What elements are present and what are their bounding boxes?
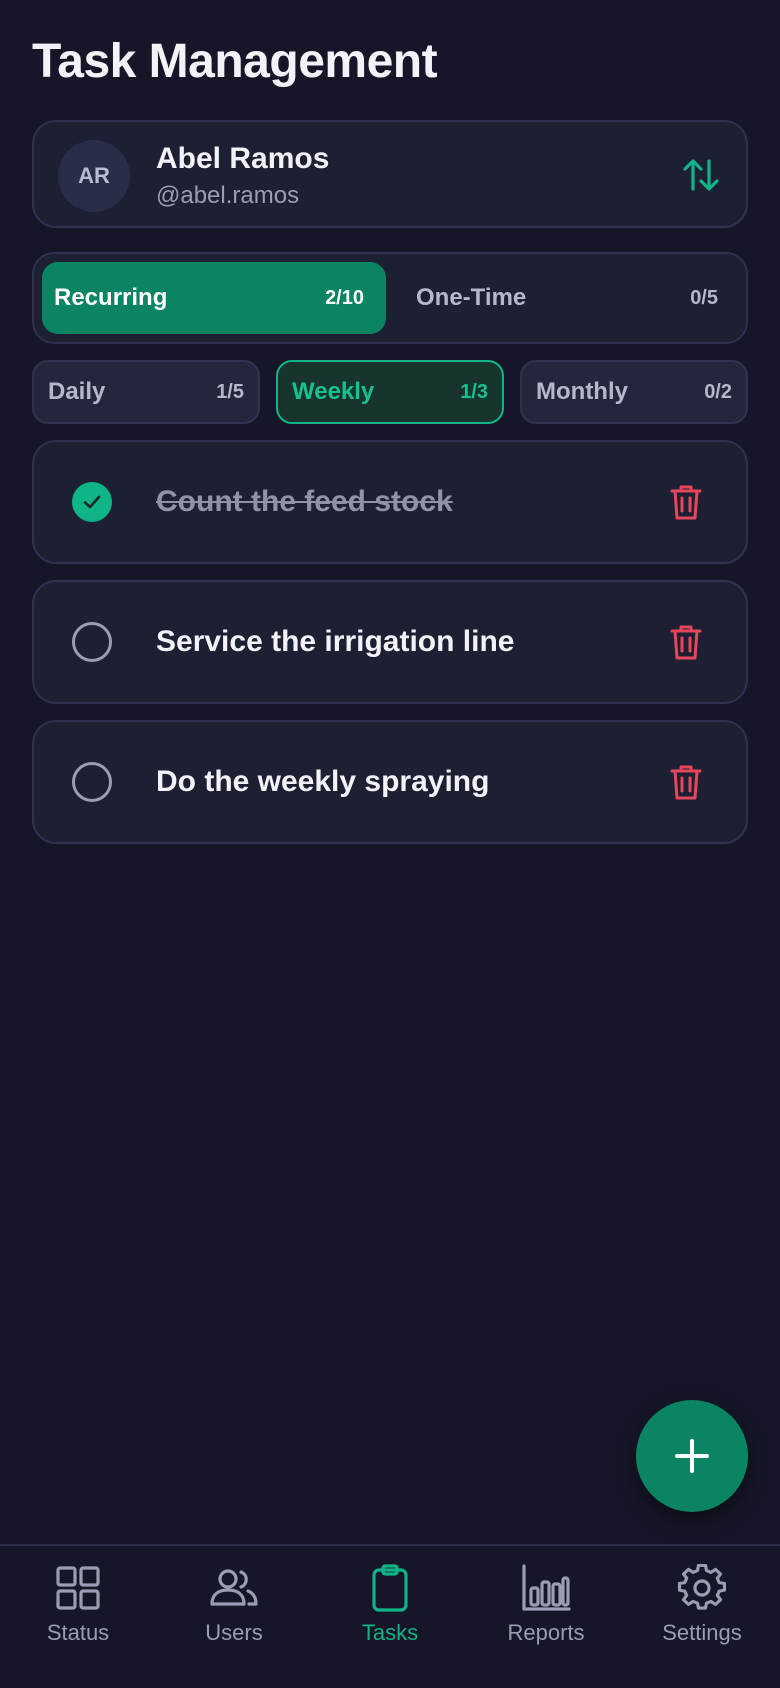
tab-label: Weekly: [292, 378, 375, 405]
tab-weekly[interactable]: Weekly 1/3: [276, 360, 504, 424]
nav-label: Reports: [507, 1620, 585, 1645]
task-item: Service the irrigation line: [32, 580, 748, 704]
tab-monthly[interactable]: Monthly 0/2: [520, 360, 748, 424]
checkmark-icon: [83, 495, 101, 509]
tab-count: 0/2: [704, 380, 732, 403]
swap-vertical-icon: [683, 159, 719, 191]
users-icon: [210, 1569, 258, 1606]
nav-item-reports[interactable]: Reports: [468, 1546, 624, 1688]
avatar: AR: [58, 140, 130, 212]
user-card[interactable]: AR Abel Ramos @abel.ramos: [32, 120, 748, 228]
user-name: Abel Ramos: [156, 142, 330, 175]
tab-count: 2/10: [325, 286, 364, 309]
clipboard-icon: [372, 1564, 408, 1612]
nav-label: Status: [46, 1620, 110, 1645]
gear-icon: [678, 1564, 726, 1610]
trash-icon: [670, 765, 702, 800]
tab-count: 1/3: [460, 380, 488, 403]
bottom-nav: Status Users Tasks Reports Settings: [0, 1544, 780, 1688]
tab-recurring[interactable]: Recurring 2/10: [42, 262, 386, 334]
tab-label: One-Time: [416, 284, 527, 311]
tab-label: Monthly: [536, 378, 628, 405]
trash-icon: [670, 485, 702, 520]
switch-user-button[interactable]: [676, 150, 726, 200]
plus-icon: [675, 1439, 709, 1473]
nav-item-settings[interactable]: Settings: [624, 1546, 780, 1688]
task-text: Do the weekly spraying: [156, 765, 490, 798]
tab-count: 1/5: [216, 380, 244, 403]
nav-label: Settings: [662, 1620, 742, 1645]
task-text: Service the irrigation line: [156, 625, 515, 658]
task-checkbox[interactable]: [72, 762, 112, 802]
nav-item-status[interactable]: Status: [0, 1546, 156, 1688]
task-text: Count the feed stock: [156, 485, 453, 518]
nav-label: Tasks: [361, 1620, 419, 1645]
trash-icon: [670, 625, 702, 660]
tab-daily[interactable]: Daily 1/5: [32, 360, 260, 424]
page-title: Task Management: [32, 35, 438, 88]
tab-label: Recurring: [54, 284, 168, 311]
grid-icon: [56, 1566, 100, 1610]
task-item: Do the weekly spraying: [32, 720, 748, 844]
nav-label: Users: [205, 1620, 263, 1645]
delete-task-button[interactable]: [666, 482, 706, 522]
nav-item-users[interactable]: Users: [156, 1546, 312, 1688]
user-handle: @abel.ramos: [156, 182, 300, 209]
task-type-tabs: Recurring 2/10 One-Time 0/5: [32, 252, 748, 344]
task-item: Count the feed stock: [32, 440, 748, 564]
task-checkbox-checked[interactable]: [72, 482, 112, 522]
add-task-button[interactable]: [636, 1400, 748, 1512]
delete-task-button[interactable]: [666, 622, 706, 662]
bar-chart-icon: [522, 1564, 571, 1611]
task-checkbox[interactable]: [72, 622, 112, 662]
tab-label: Daily: [48, 378, 106, 405]
tab-count: 0/5: [690, 286, 718, 309]
nav-item-tasks[interactable]: Tasks: [312, 1546, 468, 1688]
delete-task-button[interactable]: [666, 762, 706, 802]
tab-one-time[interactable]: One-Time 0/5: [396, 262, 740, 334]
